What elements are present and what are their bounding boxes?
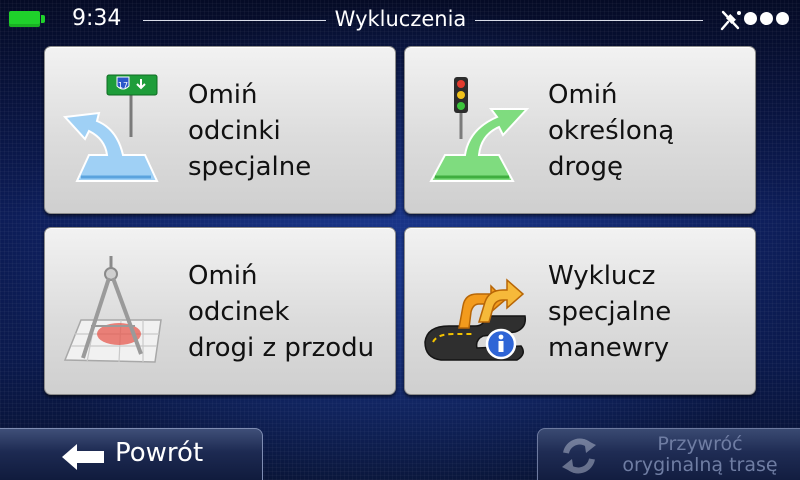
avoid-road-ahead-button[interactable]: Omiń odcinek drogi z przodu [44,227,396,395]
back-label: Powrót [115,438,204,468]
battery-icon [9,11,45,27]
avoid-special-sections-button[interactable]: 17 Omiń odcinki specjalne [44,46,396,214]
avoid-specific-road-button[interactable]: Omiń określoną drogę [404,46,756,214]
menu-dot [760,12,773,25]
status-bar: 9:34 Wykluczenia [0,0,800,40]
map-compass-section-icon [63,256,162,363]
clock: 9:34 [72,6,122,31]
title-divider-right [475,20,703,21]
tile-label: Omiń odcinek drogi z przodu [188,261,375,363]
more-menu-icon[interactable] [744,12,789,26]
page-title: Wykluczenia [334,7,467,31]
arrow-left-icon [62,444,104,470]
menu-dot [744,12,757,25]
restore-label: Przywróć oryginalną trasę [622,433,778,476]
tile-label: Wyklucz specjalne manewry [548,261,672,363]
refresh-icon [562,438,596,474]
tile-label: Omiń określoną drogę [548,80,675,182]
back-button[interactable]: Powrót [0,428,263,480]
tile-label: Omiń odcinki specjalne [188,80,312,182]
menu-dot [776,12,789,25]
restore-original-route-button: Przywróć oryginalną trasę [537,428,800,480]
gps-satellite-icon[interactable] [718,8,744,32]
exclude-special-maneuvers-button[interactable]: Wyklucz specjalne manewry [404,227,756,395]
title-divider-left [143,20,326,21]
special-maneuver-info-icon [424,278,527,361]
traffic-light-road-avoid-icon [429,77,530,182]
highway-road-avoid-icon: 17 [62,74,159,182]
sign-number: 17 [118,81,128,90]
